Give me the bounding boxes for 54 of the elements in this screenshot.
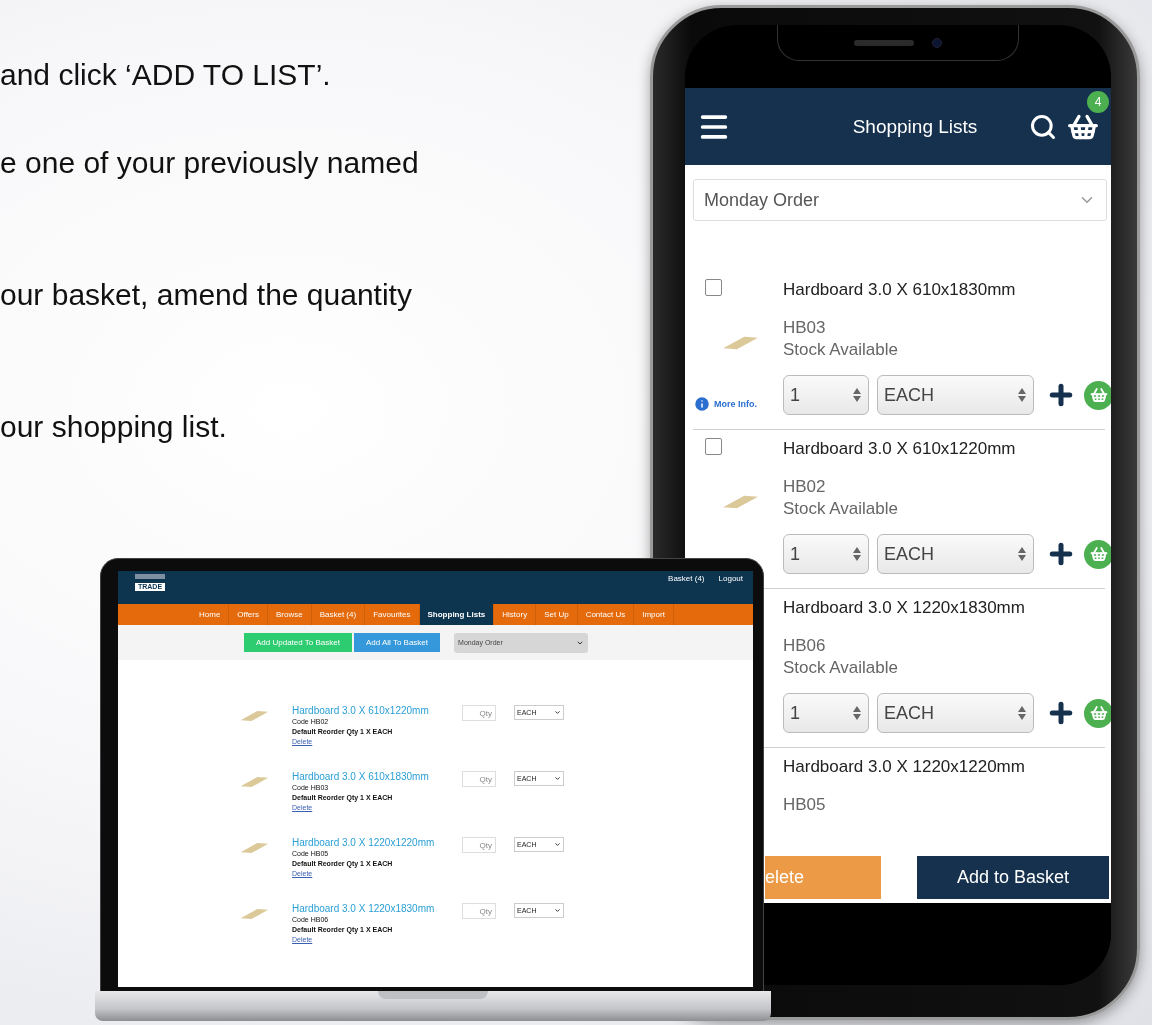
stock-status: Stock Available bbox=[783, 657, 898, 679]
quantity-stepper[interactable]: 1 bbox=[783, 534, 869, 574]
item-checkbox[interactable] bbox=[705, 438, 722, 455]
qty-input[interactable]: Qty bbox=[462, 903, 496, 919]
qty-input[interactable]: Qty bbox=[462, 705, 496, 721]
chevron-down-icon bbox=[554, 709, 561, 716]
board-thumbnail bbox=[239, 841, 269, 855]
qty-input[interactable]: Qty bbox=[462, 837, 496, 853]
stepper-arrows-icon bbox=[1017, 387, 1027, 403]
product-name: Hardboard 3.0 X 1220x1830mm bbox=[783, 597, 1025, 619]
stepper-arrows-icon bbox=[852, 387, 862, 403]
stepper-arrows-icon bbox=[1017, 705, 1027, 721]
stepper-arrows-icon bbox=[852, 705, 862, 721]
board-thumbnail bbox=[239, 709, 269, 723]
list-select[interactable]: Monday Order bbox=[693, 179, 1107, 221]
product-name: Hardboard 3.0 X 1220x1220mm bbox=[783, 756, 1025, 778]
header-link[interactable]: Basket (4) bbox=[668, 574, 705, 583]
product-name: Hardboard 3.0 X 610x1830mm bbox=[783, 279, 1016, 301]
instruction-text: and click ‘ADD TO LIST’. bbox=[0, 57, 331, 93]
qty-input[interactable]: Qty bbox=[462, 771, 496, 787]
add-to-basket-icon[interactable] bbox=[1084, 380, 1111, 410]
screen-title: Shopping Lists bbox=[851, 115, 979, 138]
product-name: Hardboard 3.0 X 610x1220mm bbox=[783, 438, 1016, 460]
instruction-text: our basket, amend the quantity bbox=[0, 277, 412, 313]
product-code: HB06 bbox=[783, 635, 826, 657]
nav-tab[interactable]: Shopping Lists bbox=[419, 604, 495, 625]
stepper-arrows-icon bbox=[1017, 546, 1027, 562]
unit-select[interactable]: EACH bbox=[877, 534, 1034, 574]
add-to-basket-icon[interactable] bbox=[1084, 698, 1111, 728]
product-code: HB03 bbox=[783, 317, 826, 339]
item-checkbox[interactable] bbox=[705, 279, 722, 296]
stepper-arrows-icon bbox=[852, 546, 862, 562]
chevron-down-icon bbox=[554, 775, 561, 782]
stock-status: Stock Available bbox=[783, 498, 898, 520]
chevron-down-icon bbox=[554, 841, 561, 848]
stock-status: Stock Available bbox=[783, 339, 898, 361]
product-code: HB02 bbox=[783, 476, 826, 498]
instruction-text: our shopping list. bbox=[0, 409, 227, 445]
add-to-basket-icon[interactable] bbox=[1084, 539, 1111, 569]
info-icon bbox=[693, 395, 711, 413]
product-code: HB05 bbox=[783, 794, 826, 816]
unit-select[interactable]: EACH bbox=[877, 693, 1034, 733]
header-link[interactable]: Logout bbox=[718, 574, 743, 583]
add-to-basket-button[interactable]: Add to Basket bbox=[917, 856, 1109, 899]
quantity-stepper[interactable]: 1 bbox=[783, 375, 869, 415]
quantity-stepper[interactable]: 1 bbox=[783, 693, 869, 733]
instruction-text: e one of your previously named bbox=[0, 145, 419, 181]
basket-count-badge: 4 bbox=[1087, 90, 1109, 113]
board-thumbnail bbox=[239, 775, 269, 789]
search-icon[interactable] bbox=[1029, 112, 1057, 141]
unit-select[interactable]: EACH bbox=[877, 375, 1034, 415]
chevron-down-icon bbox=[554, 907, 561, 914]
more-info-link[interactable]: More Info. bbox=[693, 395, 757, 413]
board-thumbnail bbox=[239, 907, 269, 921]
